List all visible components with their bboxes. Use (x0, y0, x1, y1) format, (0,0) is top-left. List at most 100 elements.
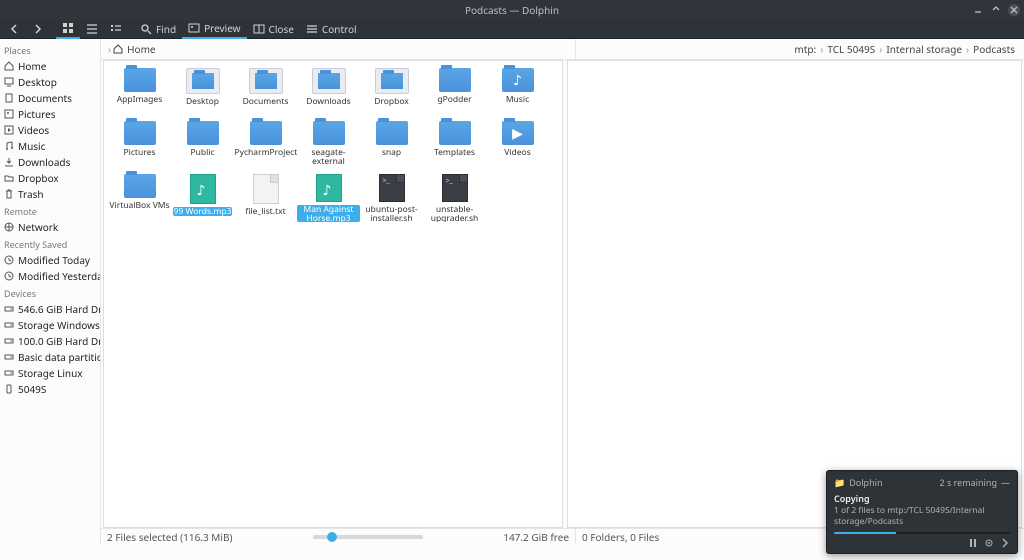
file-label: VirtualBox VMs (109, 201, 169, 210)
sidebar-item-label: Home (18, 59, 46, 73)
network-icon (4, 222, 14, 232)
toolbar: Find Preview Close Control (0, 20, 1024, 39)
view-details-button[interactable] (104, 20, 128, 38)
sidebar-item-label: Videos (18, 123, 49, 137)
file-item[interactable]: >_ubuntu-post-installer.sh (360, 174, 423, 222)
notif-title: Copying (834, 492, 1010, 505)
sidebar-item[interactable]: Network (4, 219, 98, 235)
sidebar-item[interactable]: Music (4, 138, 98, 154)
pane-left[interactable]: AppImagesDesktopDocuments Downloads Dropbo… (103, 60, 563, 528)
view-icons-button[interactable] (56, 19, 80, 39)
folder-thumb-icon (249, 68, 283, 94)
file-item[interactable]: Documents (234, 68, 297, 116)
sidebar-item[interactable]: Documents (4, 90, 98, 106)
control-label: Control (322, 22, 357, 36)
folder-icon (4, 173, 14, 183)
find-label: Find (156, 22, 176, 36)
file-item[interactable]: PycharmProjects (234, 121, 297, 169)
script-file-icon: >_ (379, 174, 405, 202)
close-split-button[interactable]: Close (247, 20, 300, 38)
sidebar-item-label: Desktop (18, 75, 57, 89)
folder-icon (439, 68, 471, 92)
breadcrumb-segment[interactable]: Internal storage (883, 42, 965, 56)
file-item[interactable]: Templates (423, 121, 486, 169)
sidebar-item[interactable]: Storage Windows (4, 317, 98, 333)
sidebar-item-label: Pictures (18, 107, 56, 121)
file-item[interactable]: ♪Man Against Horse.mp3 (297, 174, 360, 222)
breadcrumb-segment[interactable]: Podcasts (970, 42, 1018, 56)
sidebar-item[interactable]: Modified Today (4, 252, 98, 268)
close-button[interactable] (1008, 4, 1020, 16)
preview-button[interactable]: Preview (182, 19, 246, 39)
sidebar-item[interactable]: 546.6 GiB Hard Drive (4, 301, 98, 317)
sidebar-item[interactable]: Desktop (4, 74, 98, 90)
file-item[interactable]: Downloads (297, 68, 360, 116)
menu-icon (306, 23, 318, 35)
file-item[interactable]: AppImages (108, 68, 171, 116)
pane-right[interactable] (567, 60, 1022, 528)
script-file-icon: >_ (442, 174, 468, 202)
sidebar-item[interactable]: Downloads (4, 154, 98, 170)
view-compact-button[interactable] (80, 20, 104, 38)
breadcrumb-segment[interactable]: TCL 5049S (824, 42, 878, 56)
chevron-right-icon[interactable] (1000, 538, 1010, 548)
audio-file-icon: ♪ (190, 174, 216, 204)
sidebar-item[interactable]: Storage Linux (4, 365, 98, 381)
pause-icon[interactable] (968, 538, 978, 548)
gear-icon[interactable] (984, 538, 994, 548)
breadcrumb-right[interactable]: mtp:›TCL 5049S›Internal storage›Podcasts (576, 39, 1024, 59)
sidebar-item[interactable]: 5049S (4, 381, 98, 397)
search-icon (140, 23, 152, 35)
find-button[interactable]: Find (134, 20, 182, 38)
preview-label: Preview (204, 21, 240, 35)
sidebar-item[interactable]: Home (4, 58, 98, 74)
sidebar-item[interactable]: Videos (4, 122, 98, 138)
window-title: Podcasts — Dolphin (465, 3, 559, 17)
minimize-button[interactable] (972, 4, 984, 16)
notif-progress (834, 532, 1010, 534)
control-button[interactable]: Control (300, 20, 363, 38)
file-item[interactable]: file_list.txt (234, 174, 297, 222)
file-item[interactable]: Public (171, 121, 234, 169)
collapse-icon[interactable]: — (1001, 476, 1010, 489)
drive-icon (4, 304, 14, 314)
sidebar-item[interactable]: 100.0 GiB Hard Drive (4, 333, 98, 349)
back-button[interactable] (2, 20, 26, 38)
file-item[interactable]: VirtualBox VMs (108, 174, 171, 222)
forward-button[interactable] (26, 20, 50, 38)
sidebar-heading: Recently Saved (4, 238, 98, 251)
file-item[interactable]: ▶Videos (486, 121, 549, 169)
file-label: gPodder (437, 95, 471, 104)
file-item[interactable]: snap (360, 121, 423, 169)
file-item[interactable]: >_unstable-upgrader.sh (423, 174, 486, 222)
docs-icon (4, 93, 14, 103)
file-item[interactable]: Pictures (108, 121, 171, 169)
sidebar-item[interactable]: Dropbox (4, 170, 98, 186)
maximize-button[interactable] (990, 4, 1002, 16)
breadcrumb-segment[interactable]: mtp: (791, 42, 819, 56)
file-item[interactable]: Desktop (171, 68, 234, 116)
job-notification[interactable]: 📁 Dolphin 2 s remaining — Copying 1 of 2… (826, 470, 1018, 554)
file-label: Music (506, 95, 529, 104)
text-file-icon (253, 174, 279, 204)
zoom-slider[interactable] (313, 535, 423, 539)
folder-icon (124, 68, 156, 92)
breadcrumb-left[interactable]: › Home (101, 39, 576, 59)
file-item[interactable]: gPodder (423, 68, 486, 116)
file-item[interactable]: ♪Music (486, 68, 549, 116)
folder-icon: ▶ (502, 121, 534, 145)
sidebar-item[interactable]: Pictures (4, 106, 98, 122)
sidebar-item[interactable]: Modified Yesterday (4, 268, 98, 284)
drive-icon (4, 336, 14, 346)
desktop-icon (4, 77, 14, 87)
sidebar-item[interactable]: Trash (4, 186, 98, 202)
file-item[interactable]: ♪99 Words.mp3 (171, 174, 234, 222)
sidebar-item[interactable]: Basic data partition (4, 349, 98, 365)
breadcrumb-segment[interactable]: Home (124, 42, 158, 56)
folder-thumb-icon (312, 68, 346, 94)
file-label: Public (190, 148, 214, 157)
file-label: Downloads (306, 97, 351, 106)
file-item[interactable]: seagate-external (297, 121, 360, 169)
status-bar-left: 2 Files selected (116.3 MiB) 147.2 GiB f… (101, 529, 576, 545)
file-item[interactable]: Dropbox (360, 68, 423, 116)
